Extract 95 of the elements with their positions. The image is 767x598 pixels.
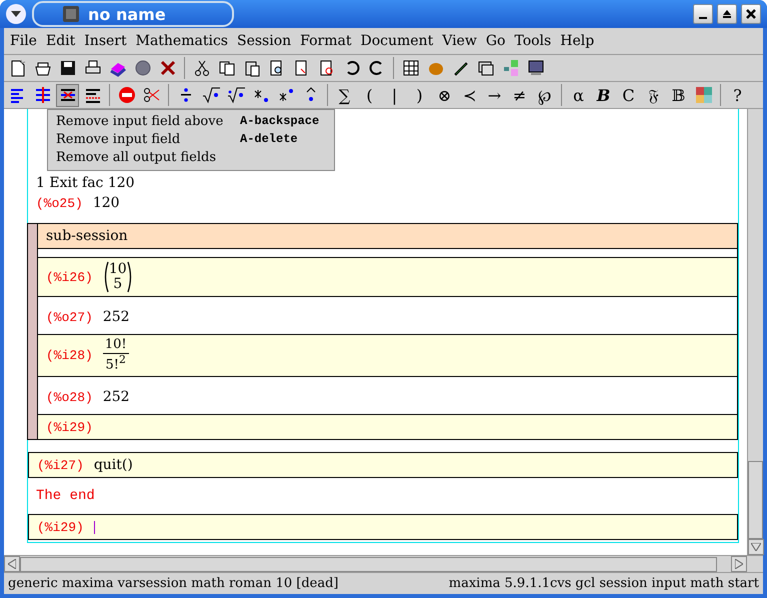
output-value: 252 <box>102 389 130 406</box>
help-button[interactable]: ? <box>726 84 749 106</box>
scroll-down-button[interactable] <box>748 539 764 555</box>
style-button[interactable]: 𝔉 <box>642 84 665 106</box>
input-prompt: (%i26) <box>46 270 93 284</box>
output-prompt: (%o25) <box>36 196 83 211</box>
sub-session-title: sub-session <box>38 224 737 249</box>
menu-item[interactable]: Go <box>482 33 510 49</box>
symbol-button[interactable]: ℘ <box>533 84 556 106</box>
menu-item[interactable]: Format <box>296 33 356 49</box>
output-value: 120 <box>92 195 120 211</box>
menu-item[interactable]: File <box>6 33 42 49</box>
cut-icon <box>192 59 210 77</box>
output-prompt: (%o27) <box>46 310 93 325</box>
window-menu-button[interactable] <box>6 4 26 24</box>
minimize-button[interactable] <box>693 4 713 24</box>
symbol-button[interactable]: → <box>483 84 506 106</box>
menu-item[interactable]: Edit <box>42 33 80 49</box>
menu-item[interactable]: Mathematics <box>132 33 233 49</box>
menu-item[interactable]: Session <box>232 33 296 49</box>
scroll-left-button[interactable] <box>4 556 20 572</box>
field-tool-button[interactable] <box>56 84 79 106</box>
output-value: 252 <box>102 309 130 325</box>
scissors-icon <box>142 86 160 104</box>
left-arrow-icon <box>8 559 16 569</box>
status-text: maxima 5.9.1.1cvs gcl session input math start <box>448 576 759 591</box>
menu-item[interactable]: Help <box>556 33 600 49</box>
window-icon <box>476 59 494 77</box>
minimize-icon <box>699 17 707 19</box>
input-prompt: (%i27) <box>37 458 84 473</box>
symbol-button[interactable]: ≠ <box>508 84 531 106</box>
menu-option[interactable]: Remove all output fields <box>48 148 334 166</box>
symbol-button[interactable]: ⊗ <box>433 84 456 106</box>
insert-field-icon <box>84 86 102 104</box>
option-label: Remove input field <box>56 132 182 146</box>
new-document-icon <box>8 59 26 77</box>
symbol-button[interactable]: ≺ <box>458 84 481 106</box>
window-title: no name <box>88 4 166 24</box>
close-icon <box>746 9 756 19</box>
menu-item[interactable]: View <box>438 33 482 49</box>
fraction-formula: 10! 5!$^{2}$ <box>102 338 129 374</box>
session-text: 1 Exit fac 120 <box>36 175 135 191</box>
input-field[interactable]: (%i29) <box>38 415 737 440</box>
input-text: quit() <box>94 457 133 474</box>
right-arrow-icon <box>735 559 743 569</box>
copy-icon <box>218 59 236 77</box>
input-prompt: (%i28) <box>46 348 93 364</box>
style-button[interactable]: α <box>567 84 590 106</box>
table-icon <box>402 59 420 77</box>
input-field[interactable]: (%i27) quit() <box>28 452 738 478</box>
color-grid-icon <box>694 86 712 104</box>
save-icon <box>58 59 76 77</box>
input-prompt: (%i29) <box>46 420 93 435</box>
remove-field-icon <box>58 86 76 104</box>
status-text: generic maxima varsession math roman 10 [dead] <box>8 576 338 591</box>
menu-option[interactable]: Remove input field above A-backspace <box>48 112 334 130</box>
superscript-icon <box>276 86 294 104</box>
option-label: Remove all output fields <box>56 150 217 164</box>
symbol-button[interactable]: ( <box>358 84 381 106</box>
scroll-right-button[interactable] <box>731 556 747 572</box>
symbol-button[interactable]: | <box>383 84 406 106</box>
style-button[interactable]: 𝔹 <box>667 84 690 106</box>
app-icon <box>62 5 80 23</box>
paste-icon <box>242 59 260 77</box>
output-prompt: (%o28) <box>46 390 93 406</box>
close-button[interactable] <box>741 4 761 24</box>
session-message: The end <box>35 487 96 506</box>
spell-check-icon <box>318 59 336 77</box>
bracket-icon <box>102 261 109 293</box>
shortcut-label: A-delete <box>240 132 299 146</box>
option-label: Remove input field above <box>56 114 224 128</box>
shortcut-label: A-backspace <box>240 114 320 128</box>
binomial-formula: 10 5 <box>102 261 133 293</box>
stop-icon <box>118 86 136 104</box>
symbol-button[interactable]: ) <box>408 84 431 106</box>
square-root-icon <box>202 86 220 104</box>
maximize-button[interactable] <box>717 4 737 24</box>
monitor-icon <box>526 59 544 77</box>
symbol-button[interactable]: ∑ <box>333 84 356 106</box>
bracket-icon <box>126 261 133 293</box>
split-field-icon <box>34 86 52 104</box>
down-arrow-icon <box>751 543 761 551</box>
menu-item[interactable]: Insert <box>80 33 132 49</box>
menu-item[interactable]: Document <box>356 33 438 49</box>
input-field[interactable]: (%i29) <box>28 514 738 540</box>
input-prompt: (%i29) <box>37 520 84 535</box>
style-button[interactable]: B <box>592 84 615 106</box>
menu-option[interactable]: Remove input field A-delete <box>48 130 334 148</box>
caret-icon <box>11 10 21 18</box>
menu-item[interactable]: Tools <box>510 33 556 49</box>
nth-root-icon <box>226 86 244 104</box>
style-button[interactable]: C <box>617 84 640 106</box>
close-icon <box>158 59 176 77</box>
maximize-icon <box>722 9 732 19</box>
input-field[interactable]: (%i26) 10 5 <box>38 258 737 297</box>
